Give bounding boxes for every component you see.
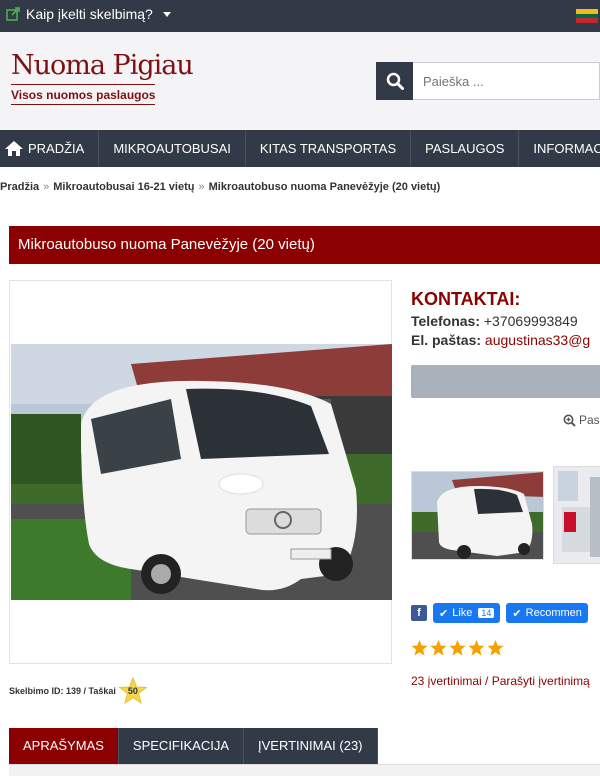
nav-item-information[interactable]: INFORMACIJA bbox=[519, 130, 600, 167]
facebook-icon[interactable]: f bbox=[411, 605, 427, 621]
like-label: Like bbox=[452, 607, 473, 619]
header: Nuoma Pigiau Visos nuomos paslaugos bbox=[0, 32, 600, 130]
nav-item-other-transport[interactable]: KITAS TRANSPORTAS bbox=[246, 130, 412, 167]
breadcrumb-current: Mikroautobuso nuoma Panevėžyje (20 vietų… bbox=[208, 181, 441, 193]
nav-label: KITAS TRANSPORTAS bbox=[259, 141, 397, 156]
thumbs-up-icon: ✔ bbox=[439, 607, 449, 620]
email-label: El. paštas: bbox=[411, 332, 482, 348]
like-count: 14 bbox=[478, 608, 495, 618]
email-row: El. paštas: augustinas33@g bbox=[411, 332, 590, 348]
zoom-label: Pas bbox=[579, 413, 600, 427]
rating-stars[interactable] bbox=[411, 640, 504, 656]
star-icon bbox=[468, 640, 485, 656]
nav-item-home[interactable]: PRADŽIA bbox=[0, 130, 100, 167]
search-icon bbox=[386, 72, 404, 90]
breadcrumb-separator: » bbox=[198, 181, 205, 193]
thumbnail-photo bbox=[554, 467, 600, 563]
recommend-label: Recommen bbox=[525, 607, 582, 619]
tab-description[interactable]: APRAŠYMAS bbox=[9, 728, 119, 764]
like-button[interactable]: ✔ Like 14 bbox=[433, 603, 501, 623]
thumbnail-1[interactable] bbox=[411, 471, 544, 560]
external-edit-icon bbox=[6, 7, 20, 21]
phone-label: Telefonas: bbox=[411, 313, 480, 329]
nav-label: MIKROAUTOBUSAI bbox=[113, 141, 231, 156]
logo-title: Nuoma Pigiau bbox=[11, 50, 194, 81]
listing-id-label: Skelbimo ID: 139 / Taškai bbox=[9, 686, 116, 696]
add-listing-label: Kaip įkelti skelbimą? bbox=[26, 6, 153, 22]
listing-id: Skelbimo ID: 139 / Taškai 50 bbox=[9, 677, 147, 705]
contacts-heading: KONTAKTAI: bbox=[411, 289, 521, 309]
tab-specification[interactable]: SPECIFIKACIJA bbox=[118, 728, 244, 764]
contacts-block: KONTAKTAI: Telefonas: +37069993849 El. p… bbox=[411, 289, 590, 348]
thumbs-up-icon: ✔ bbox=[512, 607, 522, 620]
contact-button[interactable] bbox=[411, 365, 600, 398]
points-value: 50 bbox=[127, 686, 138, 696]
language-flag-icon[interactable] bbox=[576, 9, 598, 23]
thumbnail-2[interactable] bbox=[553, 466, 600, 564]
search-input[interactable] bbox=[413, 62, 600, 100]
star-icon bbox=[411, 640, 428, 656]
logo-subtitle: Visos nuomos paslaugos bbox=[11, 84, 156, 105]
home-icon bbox=[5, 141, 23, 156]
breadcrumb: Pradžia» Mikroautobusai 16-21 vietų» Mikro… bbox=[0, 181, 440, 193]
nav-label: PASLAUGOS bbox=[425, 141, 505, 156]
thumbnail-photo bbox=[412, 472, 543, 559]
star-icon bbox=[449, 640, 466, 656]
nav-label: INFORMACIJA bbox=[533, 141, 600, 156]
top-bar: Kaip įkelti skelbimą? bbox=[0, 0, 600, 32]
phone-row: Telefonas: +37069993849 bbox=[411, 313, 590, 329]
page-title: Mikroautobuso nuoma Panevėžyje (20 vietų… bbox=[9, 226, 600, 264]
points-badge: 50 bbox=[118, 677, 147, 705]
listing-tabs: APRAŠYMAS SPECIFIKACIJA ĮVERTINIMAI (23) bbox=[9, 728, 378, 764]
zoom-link[interactable]: Pas bbox=[563, 413, 600, 427]
search-bar bbox=[376, 62, 600, 100]
breadcrumb-category[interactable]: Mikroautobusai 16-21 vietų bbox=[53, 181, 194, 193]
main-image-frame[interactable] bbox=[9, 280, 392, 664]
social-buttons: f ✔ Like 14 ✔ Recommen bbox=[411, 603, 588, 623]
tab-reviews[interactable]: ĮVERTINIMAI (23) bbox=[244, 728, 378, 764]
add-listing-link[interactable]: Kaip įkelti skelbimą? bbox=[6, 6, 171, 22]
nav-label: PRADŽIA bbox=[28, 141, 85, 156]
rating-summary[interactable]: 23 įvertinimai / Parašyti įvertinimą bbox=[411, 674, 590, 688]
breadcrumb-home[interactable]: Pradžia bbox=[0, 181, 39, 193]
breadcrumb-separator: » bbox=[43, 181, 50, 193]
nav-item-services[interactable]: PASLAUGOS bbox=[411, 130, 520, 167]
zoom-icon bbox=[563, 414, 576, 427]
minibus-photo bbox=[11, 344, 392, 600]
site-logo[interactable]: Nuoma Pigiau Visos nuomos paslaugos bbox=[11, 50, 194, 105]
main-nav: PRADŽIA MIKROAUTOBUSAI KITAS TRANSPORTAS… bbox=[0, 130, 600, 167]
recommend-button[interactable]: ✔ Recommen bbox=[506, 603, 588, 623]
phone-value[interactable]: +37069993849 bbox=[484, 313, 578, 329]
tab-content-area bbox=[9, 764, 600, 776]
star-icon bbox=[430, 640, 447, 656]
star-icon bbox=[487, 640, 504, 656]
search-button[interactable] bbox=[376, 62, 413, 100]
nav-item-minibuses[interactable]: MIKROAUTOBUSAI bbox=[99, 130, 246, 167]
chevron-down-icon bbox=[162, 11, 171, 17]
email-value[interactable]: augustinas33@g bbox=[485, 332, 590, 348]
